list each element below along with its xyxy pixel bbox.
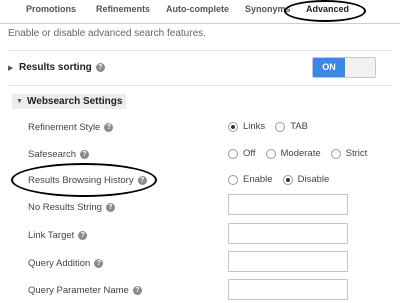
question-mark-icon[interactable]: ? [80,150,90,159]
question-mark-icon[interactable]: ? [95,63,105,72]
no-results-string-input[interactable] [228,194,348,215]
question-mark-icon[interactable]: ? [94,259,104,268]
refinement-style-label: Refinement Style ? [28,122,114,133]
radio-dot[interactable] [265,148,276,159]
link-target-text: Link Target [28,230,75,241]
no-results-string-label: No Results String ? [28,202,115,213]
tab-auto-complete[interactable]: Auto-complete [166,4,229,14]
question-mark-icon[interactable]: ? [105,203,115,212]
radio-label: Links [243,121,266,132]
divider [8,85,392,86]
results-sorting-header[interactable]: ▶ Results sorting ? [8,62,105,73]
radio-label: TAB [290,121,308,132]
query-addition-text: Query Addition [28,258,91,269]
radio-label: Strict [345,148,368,159]
radio-label: Moderate [280,148,321,159]
divider [8,50,392,51]
radio-label: Enable [243,174,273,185]
refinement-style-options: Links TAB [228,121,318,132]
radio-disable[interactable]: Disable [282,174,330,185]
radio-dot[interactable] [282,174,293,185]
tab-refinements[interactable]: Refinements [96,4,150,14]
link-target-input[interactable] [228,223,348,244]
radio-dot[interactable] [228,148,238,159]
query-addition-label: Query Addition ? [28,258,104,269]
radio-label: Disable [297,174,330,185]
radio-moderate[interactable]: Moderate [265,148,321,159]
radio-dot[interactable] [330,148,341,159]
radio-strict[interactable]: Strict [330,148,368,159]
refinement-style-text: Refinement Style [28,122,101,133]
radio-dot[interactable] [228,121,238,132]
tab-bar: Promotions Refinements Auto-complete Syn… [0,0,400,24]
triangle-down-icon: ▼ [16,98,23,105]
results-sorting-toggle[interactable]: ON [312,57,376,78]
safesearch-options: Off Moderate Strict [228,148,377,159]
question-mark-icon[interactable]: ? [104,123,114,132]
radio-enable[interactable]: Enable [228,174,273,185]
websearch-settings-header[interactable]: ▼ Websearch Settings [12,94,127,109]
results-sorting-title: Results sorting [19,62,92,73]
triangle-right-icon: ▶ [8,64,14,72]
radio-label: Off [243,148,256,159]
radio-dot[interactable] [275,121,286,132]
toggle-on-label: ON [313,58,345,77]
results-browsing-history-options: Enable Disable [228,174,339,185]
radio-off[interactable]: Off [228,148,256,159]
no-results-string-text: No Results String [28,202,102,213]
question-mark-icon[interactable]: ? [78,231,88,240]
tab-promotions[interactable]: Promotions [26,4,76,14]
query-parameter-name-input[interactable] [228,279,348,300]
websearch-settings-title: Websearch Settings [27,96,123,107]
question-mark-icon[interactable]: ? [132,286,142,295]
annotation-circle-history [11,163,157,197]
safesearch-text: Safesearch [28,149,77,160]
query-parameter-name-text: Query Parameter Name [28,285,129,296]
query-parameter-name-label: Query Parameter Name ? [28,285,142,296]
radio-links[interactable]: Links [228,121,265,132]
page-description: Enable or disable advanced search featur… [8,28,206,39]
link-target-label: Link Target ? [28,230,88,241]
query-addition-input[interactable] [228,251,348,272]
annotation-circle-advanced [284,0,366,22]
safesearch-label: Safesearch ? [28,149,90,160]
radio-tab[interactable]: TAB [275,121,308,132]
radio-dot[interactable] [228,174,238,185]
